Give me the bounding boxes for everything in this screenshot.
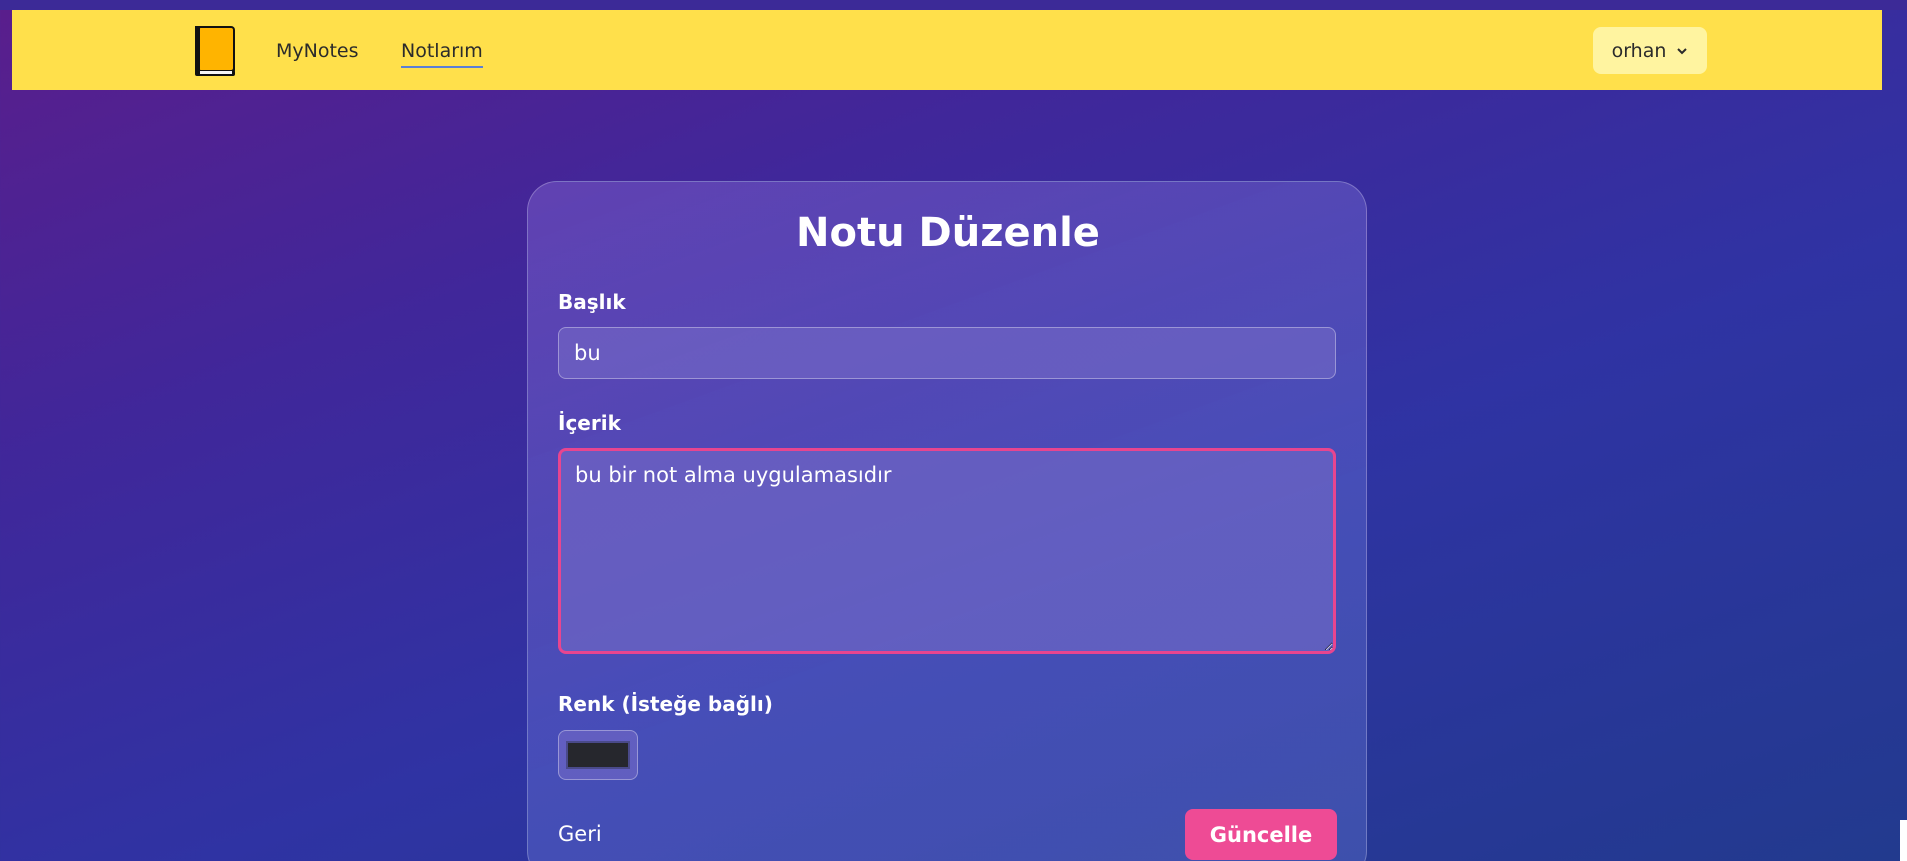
color-swatch-fill — [566, 741, 630, 769]
update-button[interactable]: Güncelle — [1185, 809, 1337, 860]
title-label: Başlık — [558, 290, 626, 314]
user-menu-dropdown[interactable]: orhan — [1593, 27, 1707, 74]
nav-link-notes[interactable]: Notlarım — [401, 40, 483, 68]
page-top-strip — [0, 0, 1907, 10]
back-link[interactable]: Geri — [558, 822, 602, 846]
content-textarea[interactable]: bu bir not alma uygulamasıdır — [558, 448, 1336, 654]
edit-note-card: Notu Düzenle Başlık İçerik bu bir not al… — [527, 181, 1367, 861]
color-label: Renk (İsteğe bağlı) — [558, 692, 773, 716]
user-name: orhan — [1611, 39, 1667, 62]
navbar: MyNotes Notlarım orhan — [12, 10, 1882, 90]
chevron-down-icon — [1676, 40, 1688, 62]
title-input[interactable] — [558, 327, 1336, 379]
page-title: Notu Düzenle — [796, 210, 1100, 256]
scrollbar-edge — [1900, 820, 1907, 861]
color-picker[interactable] — [558, 730, 638, 780]
nav-link-mynotes[interactable]: MyNotes — [276, 40, 359, 66]
content-label: İçerik — [558, 411, 621, 435]
notebook-icon[interactable] — [192, 24, 238, 78]
